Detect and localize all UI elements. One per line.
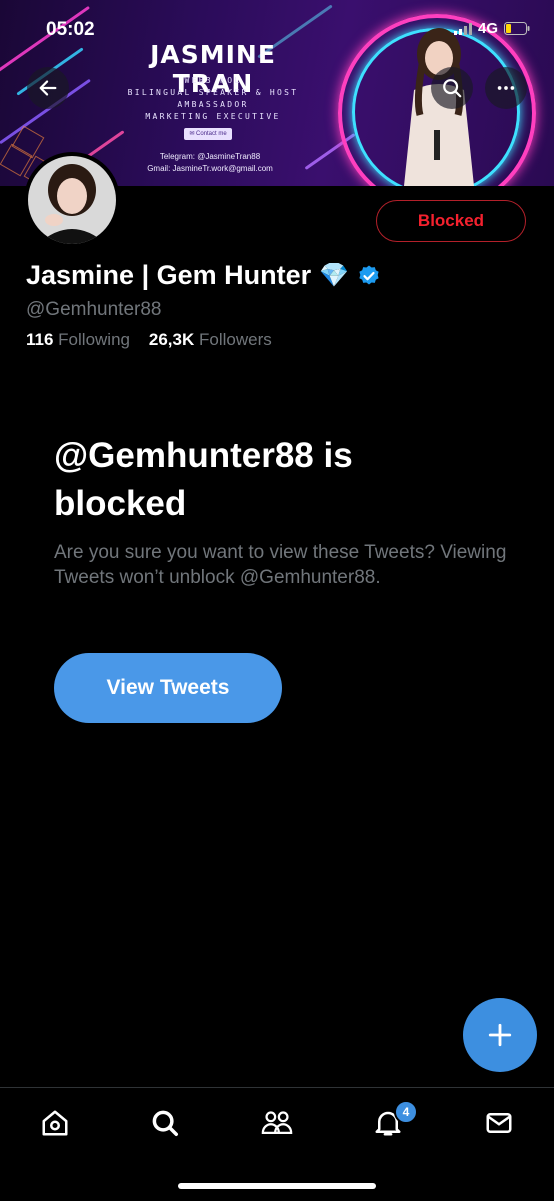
plus-icon — [488, 1023, 512, 1047]
diamond-emoji: 💎 — [319, 262, 350, 289]
home-icon — [42, 1110, 68, 1136]
banner-line: BILINGUAL SPEAKER & HOST — [127, 88, 299, 97]
network-label: 4G — [477, 20, 498, 37]
banner-gmail: Gmail: JasmineTr.work@gmail.com — [147, 164, 273, 173]
home-indicator — [178, 1183, 376, 1189]
battery-icon — [504, 22, 530, 35]
tab-home[interactable] — [38, 1106, 72, 1140]
more-dots-icon — [497, 86, 515, 90]
search-icon — [443, 79, 462, 98]
search-button[interactable] — [431, 67, 473, 109]
status-time: 05:02 — [46, 19, 95, 40]
blocked-title: @Gemhunter88 is blocked — [54, 436, 353, 523]
profile-handle: @Gemhunter88 — [26, 299, 162, 320]
follow-stats: 116 Following 26,3K Followers — [26, 330, 272, 350]
followers-label: Followers — [199, 330, 272, 349]
tab-messages[interactable] — [482, 1106, 516, 1140]
tab-search[interactable] — [148, 1106, 182, 1140]
communities-icon — [261, 1111, 293, 1134]
banner-line: WEB3 KOL — [184, 76, 242, 85]
verified-badge-icon[interactable] — [357, 264, 381, 288]
followers-link[interactable]: 26,3K Followers — [149, 330, 272, 349]
back-button[interactable] — [27, 67, 69, 109]
followers-count: 26,3K — [148, 330, 195, 349]
more-options-button[interactable] — [485, 67, 527, 109]
banner-telegram: Telegram: @JasmineTran88 — [159, 152, 261, 161]
blocked-button[interactable]: Blocked — [376, 200, 526, 242]
search-icon — [152, 1110, 178, 1136]
banner-line: MARKETING EXECUTIVE — [145, 112, 281, 121]
following-count: 116 — [26, 330, 54, 349]
avatar[interactable] — [24, 152, 120, 248]
blocked-description: Are you sure you want to view these Twee… — [54, 542, 507, 588]
view-tweets-button[interactable]: View Tweets — [54, 653, 282, 723]
following-link[interactable]: 116 Following — [26, 330, 130, 349]
compose-tweet-button[interactable] — [463, 998, 537, 1072]
signal-icon — [453, 22, 472, 35]
profile-name-row: Jasmine | Gem Hunter 💎 — [26, 260, 381, 291]
banner-line: AMBASSADOR — [177, 100, 249, 109]
following-label: Following — [58, 330, 130, 349]
tab-communities[interactable] — [260, 1106, 294, 1140]
profile-name: Jasmine | Gem Hunter — [26, 260, 312, 290]
messages-icon — [486, 1113, 512, 1133]
arrow-left-icon — [39, 80, 57, 96]
banner-contact-label: ✉ Contact me — [184, 128, 232, 140]
notification-badge: 4 — [394, 1100, 418, 1124]
avatar-image — [28, 156, 116, 244]
status-indicators: 4G — [453, 20, 530, 37]
